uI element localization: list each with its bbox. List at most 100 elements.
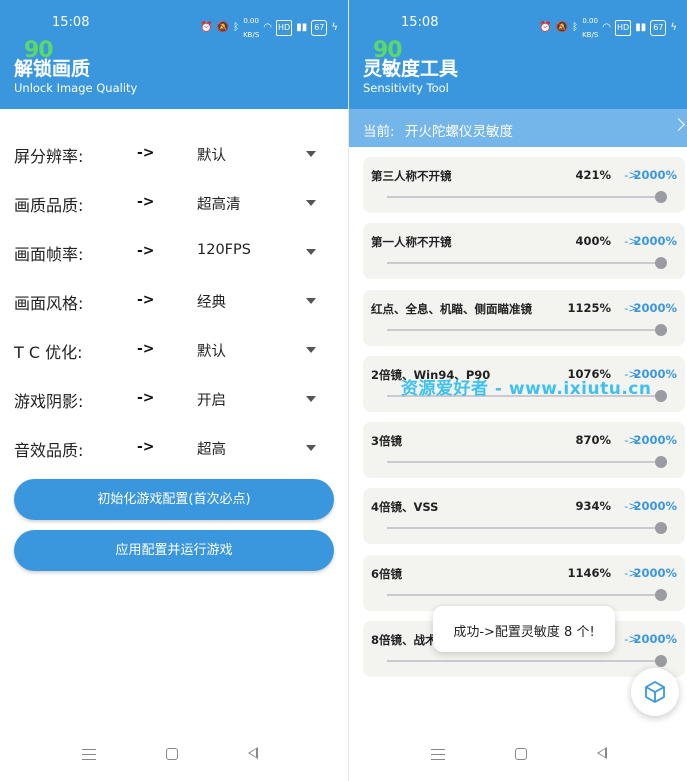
dropdown-caret-icon <box>306 249 316 255</box>
sensitivity-target: 2000% <box>633 300 677 315</box>
setting-row: 画质品质: -> 超高清 <box>0 179 348 228</box>
setting-arrow: -> <box>137 292 155 308</box>
sensitivity-current: 870% <box>575 433 611 448</box>
setting-dropdown[interactable]: 默认 <box>190 134 322 174</box>
sensitivity-card: 第一人称不开镜 400% -> 2000% <box>363 223 685 280</box>
battery-icon: 67 <box>311 20 328 36</box>
page-subtitle: Sensitivity Tool <box>363 81 449 95</box>
sensitivity-current: 934% <box>575 499 611 514</box>
system-nav-bar <box>349 733 687 781</box>
setting-value: 经典 <box>197 295 226 311</box>
home-icon[interactable] <box>515 748 527 760</box>
sensitivity-card: 4倍镜、VSS 934% -> 2000% <box>363 488 685 545</box>
sensitivity-target: 2000% <box>633 168 677 182</box>
slider-thumb[interactable] <box>655 257 667 270</box>
bluetooth-icon: ᛒ <box>233 22 240 33</box>
sensitivity-slider[interactable] <box>387 323 667 336</box>
slider-thumb[interactable] <box>655 389 667 402</box>
sensitivity-card: 3倍镜 870% -> 2000% <box>363 422 685 479</box>
sensitivity-target: 2000% <box>633 234 677 249</box>
sensitivity-current: 1146% <box>567 565 611 580</box>
slider-thumb[interactable] <box>655 655 667 668</box>
setting-dropdown[interactable]: 开启 <box>190 379 322 419</box>
setting-label: T C 优化: <box>14 343 83 362</box>
wifi-icon: ◠ <box>263 22 272 33</box>
system-nav-bar <box>0 733 348 781</box>
dropdown-caret-icon <box>306 396 316 402</box>
slider-thumb[interactable] <box>655 191 667 203</box>
page-title: 解锁画质 <box>14 58 91 80</box>
page-title: 灵敏度工具 <box>363 58 459 80</box>
sensitivity-slider[interactable] <box>387 456 667 469</box>
status-bar: 15:08 ⏰ 🔕 ᛒ 0.00 KB/S ◠ HD ▮▮ 67 ϟ <box>0 0 348 39</box>
setting-arrow: -> <box>137 194 155 210</box>
setting-dropdown[interactable]: 默认 <box>190 330 322 370</box>
mute-icon: 🔕 <box>555 22 569 33</box>
dropdown-caret-icon <box>306 445 316 451</box>
setting-dropdown[interactable]: 120FPS <box>190 232 322 272</box>
toast-message: 成功->配置灵敏度 8 个! <box>433 606 615 652</box>
sensitivity-tool-screen: 15:08 ⏰ 🔕 ᛒ 0.00 KB/S ◠ HD ▮▮ 67 ϟ 90 灵敏… <box>349 0 687 781</box>
setting-row: 画面帧率: -> 120FPS <box>0 228 348 277</box>
settings-list: 屏分辨率: -> 默认 画质品质: -> 超高清 画面帧率: -> 120FPS 画面风格: -> 经… <box>0 130 348 473</box>
sensitivity-slider[interactable] <box>387 522 667 535</box>
sensitivity-label: 第一人称不开镜 <box>371 235 452 250</box>
slider-thumb[interactable] <box>655 588 667 601</box>
status-time: 15:08 <box>52 15 90 30</box>
back-icon[interactable] <box>248 747 258 759</box>
sensitivity-label: 8倍镜、战术 <box>371 633 437 648</box>
setting-value: 超高 <box>197 442 226 458</box>
sensitivity-label: 红点、全息、机瞄、侧面瞄准镜 <box>371 301 532 316</box>
setting-arrow: -> <box>137 390 155 406</box>
init-config-button[interactable]: 初始化游戏配置(首次必点) <box>14 479 334 520</box>
setting-arrow: -> <box>137 341 155 357</box>
watermark: 资源爱好者 - www.ixiutu.cn <box>401 379 652 399</box>
setting-value: 超高清 <box>197 197 241 213</box>
app-header: 90 解锁画质 Unlock Image Quality <box>0 38 348 109</box>
setting-arrow: -> <box>137 439 155 455</box>
sensitivity-target: 2000% <box>633 499 677 514</box>
setting-dropdown[interactable]: 超高清 <box>190 183 322 223</box>
setting-label: 画质品质: <box>14 196 84 215</box>
dropdown-caret-icon <box>306 298 316 304</box>
hd-badge: HD <box>276 20 293 36</box>
menu-icon[interactable] <box>82 749 96 760</box>
status-time: 15:08 <box>401 15 439 30</box>
sensitivity-target: 2000% <box>633 565 677 580</box>
setting-arrow: -> <box>137 145 155 161</box>
charging-icon: ϟ <box>670 22 677 33</box>
setting-value: 默认 <box>197 344 226 360</box>
bluetooth-icon: ᛒ <box>572 22 579 33</box>
app-header: 90 灵敏度工具 Sensitivity Tool <box>349 38 687 109</box>
sensitivity-card: 6倍镜 1146% -> 2000% <box>363 554 685 611</box>
page-subtitle: Unlock Image Quality <box>14 81 138 95</box>
slider-thumb[interactable] <box>655 323 667 336</box>
home-icon[interactable] <box>166 748 178 760</box>
sensitivity-label: 4倍镜、VSS <box>371 500 439 515</box>
sensitivity-slider[interactable] <box>387 655 667 668</box>
setting-dropdown[interactable]: 超高 <box>190 428 322 468</box>
sensitivity-slider[interactable] <box>387 588 667 601</box>
toast-text: 成功->配置灵敏度 8 个! <box>453 625 595 640</box>
chevron-right-icon[interactable] <box>672 118 685 131</box>
current-mode-bar[interactable]: 当前: 开火陀螺仪灵敏度 <box>349 109 687 147</box>
setting-label: 画面风格: <box>14 294 84 313</box>
slider-thumb[interactable] <box>655 456 667 469</box>
back-icon[interactable] <box>597 747 607 759</box>
slider-thumb[interactable] <box>655 522 667 535</box>
current-mode-value: 开火陀螺仪灵敏度 <box>405 124 513 140</box>
floating-action-button[interactable] <box>631 668 679 716</box>
setting-dropdown[interactable]: 经典 <box>190 281 322 321</box>
menu-icon[interactable] <box>431 749 445 760</box>
apply-run-button[interactable]: 应用配置并运行游戏 <box>14 530 334 571</box>
sensitivity-target: 2000% <box>633 433 677 448</box>
sensitivity-slider[interactable] <box>387 257 667 270</box>
setting-row: 游戏阴影: -> 开启 <box>0 375 348 424</box>
battery-icon: 67 <box>650 20 667 36</box>
status-bar: 15:08 ⏰ 🔕 ᛒ 0.00 KB/S ◠ HD ▮▮ 67 ϟ <box>349 0 687 39</box>
setting-row: T C 优化: -> 默认 <box>0 326 348 375</box>
sensitivity-slider[interactable] <box>387 191 667 203</box>
current-prefix: 当前: <box>363 124 395 140</box>
setting-label: 画面帧率: <box>14 245 84 264</box>
dropdown-caret-icon <box>306 151 316 157</box>
